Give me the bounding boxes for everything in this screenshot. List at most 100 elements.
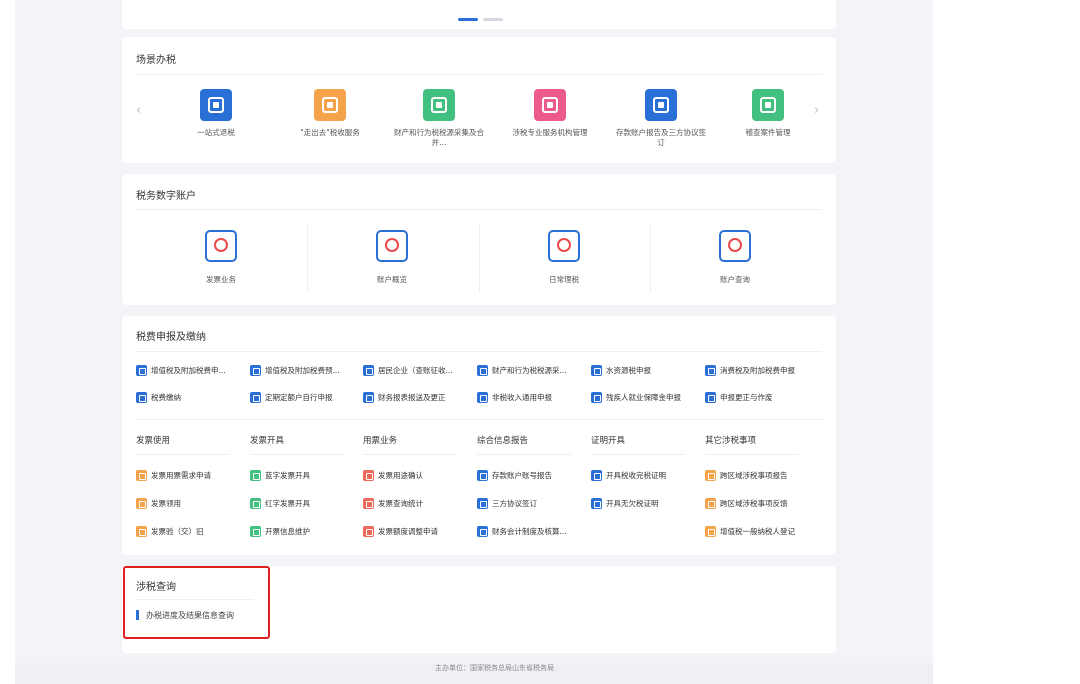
scene-item-label: 稽查案件管理: [745, 128, 791, 137]
account-card: 税务数字账户 发票业务 账户概览 日常理税 账户查询: [122, 174, 836, 305]
service-link[interactable]: 跨区域涉税事项报告: [705, 470, 788, 481]
carousel-dot-active[interactable]: [458, 18, 478, 21]
service-link[interactable]: 居民企业（查账征收...: [363, 365, 453, 376]
service-label: 跨区域涉税事项反馈: [720, 499, 788, 508]
scene-item[interactable]: 涉税专业服务机构管理: [505, 89, 595, 138]
service-label: 存款账户账号报告: [492, 471, 552, 480]
service-link[interactable]: 财务报表报送及更正: [363, 392, 446, 403]
scene-item[interactable]: 存款账户报告及三方协议签订: [616, 89, 706, 147]
service-label: 跨区域涉税事项报告: [720, 471, 788, 480]
service-icon: [136, 526, 147, 537]
account-item[interactable]: 日常理税: [479, 230, 649, 285]
service-icon: [477, 392, 488, 403]
service-icon: [250, 365, 261, 376]
scene-item-label: 涉税专业服务机构管理: [512, 128, 588, 137]
column-heading: 其它涉税事项: [705, 436, 757, 446]
service-label: 残疾人就业保障金申报: [606, 393, 681, 402]
divider: [136, 74, 822, 75]
scene-item[interactable]: 稽查案件管理: [723, 89, 813, 138]
scene-item-label: "走出去"税收服务: [300, 128, 360, 137]
account-item[interactable]: 发票业务: [136, 230, 306, 285]
service-icon: [250, 392, 261, 403]
service-label: 发票额度调整申请: [378, 527, 438, 536]
service-label: 增值税一般纳税人登记: [720, 527, 795, 536]
service-label: 税费缴纳: [151, 393, 181, 402]
service-link[interactable]: 红字发票开具: [250, 498, 310, 509]
scene-item[interactable]: "走出去"税收服务: [285, 89, 375, 138]
service-icon: [477, 470, 488, 481]
service-link[interactable]: 残疾人就业保障金申报: [591, 392, 681, 403]
service-icon: [363, 526, 374, 537]
service-label: 财务报表报送及更正: [378, 393, 446, 402]
service-link[interactable]: 财产和行为税税源采...: [477, 365, 567, 376]
next-arrow-icon[interactable]: ›: [814, 103, 819, 118]
scene-item[interactable]: 财产和行为税税源采集及合并...: [394, 89, 484, 147]
service-icon: [136, 498, 147, 509]
service-label: 水资源税申报: [606, 366, 651, 375]
service-link[interactable]: 开具税收完税证明: [591, 470, 666, 481]
divider: [136, 419, 822, 420]
service-icon: [705, 392, 716, 403]
footer: 主办单位：国家税务总局山东省税务局: [15, 663, 933, 684]
property-tax-icon: [423, 89, 455, 121]
service-link[interactable]: 增值税及附加税费预...: [250, 365, 340, 376]
service-link[interactable]: 开具无欠税证明: [591, 498, 659, 509]
service-label: 发票领用: [151, 499, 181, 508]
service-label: 消费税及附加税费申报: [720, 366, 795, 375]
service-label: 发票验（交）旧: [151, 527, 204, 536]
scene-item-label: 一站式退税: [197, 128, 235, 137]
carousel-dot[interactable]: [483, 18, 503, 21]
service-link[interactable]: 非税收入通用申报: [477, 392, 552, 403]
service-label: 增值税及附加税费申...: [151, 366, 226, 375]
service-label: 非税收入通用申报: [492, 393, 552, 402]
service-link[interactable]: 发票额度调整申请: [363, 526, 438, 537]
service-icon: [705, 365, 716, 376]
service-link[interactable]: 蓝字发票开具: [250, 470, 310, 481]
daily-tax-icon: [548, 230, 580, 262]
scene-item[interactable]: 一站式退税: [171, 89, 261, 138]
service-icon: [591, 365, 602, 376]
column-heading: 证明开具: [591, 436, 626, 446]
bank-account-icon: [645, 89, 677, 121]
service-icon: [705, 498, 716, 509]
service-label: 红字发票开具: [265, 499, 310, 508]
service-link[interactable]: 增值税及附加税费申...: [136, 365, 226, 376]
column-divider: [591, 454, 685, 455]
divider: [136, 351, 822, 352]
service-link[interactable]: 税费缴纳: [136, 392, 181, 403]
highlight-box: [123, 566, 270, 639]
service-icon: [477, 498, 488, 509]
service-link[interactable]: 财务会计制度及核算...: [477, 526, 567, 537]
account-item[interactable]: 账户查询: [650, 230, 820, 285]
column-heading: 用票业务: [363, 436, 398, 446]
service-label: 蓝字发票开具: [265, 471, 310, 480]
service-icon: [136, 392, 147, 403]
service-link[interactable]: 水资源税申报: [591, 365, 651, 376]
service-link[interactable]: 消费税及附加税费申报: [705, 365, 795, 376]
service-icon: [250, 470, 261, 481]
service-link[interactable]: 申报更正与作废: [705, 392, 773, 403]
prev-arrow-icon[interactable]: ‹: [136, 103, 141, 118]
service-label: 开具无欠税证明: [606, 499, 659, 508]
service-link[interactable]: 存款账户账号报告: [477, 470, 552, 481]
service-link[interactable]: 开票信息维护: [250, 526, 310, 537]
service-link[interactable]: 发票验（交）旧: [136, 526, 204, 537]
service-link[interactable]: 跨区域涉税事项反馈: [705, 498, 788, 509]
service-icon: [136, 365, 147, 376]
account-item[interactable]: 账户概览: [307, 230, 477, 285]
institution-icon: [534, 89, 566, 121]
invoice-business-icon: [205, 230, 237, 262]
service-link[interactable]: 发票领用: [136, 498, 181, 509]
service-link[interactable]: 三方协议签订: [477, 498, 537, 509]
service-link[interactable]: 发票查询统计: [363, 498, 423, 509]
service-link[interactable]: 发票用票需求申请: [136, 470, 211, 481]
column-divider: [363, 454, 457, 455]
service-icon: [591, 392, 602, 403]
service-link[interactable]: 增值税一般纳税人登记: [705, 526, 795, 537]
column-divider: [705, 454, 799, 455]
service-label: 发票用票需求申请: [151, 471, 211, 480]
account-item-label: 账户查询: [720, 275, 750, 284]
service-icon: [705, 470, 716, 481]
service-link[interactable]: 发票用途确认: [363, 470, 423, 481]
service-link[interactable]: 定期定额户自行申报: [250, 392, 333, 403]
